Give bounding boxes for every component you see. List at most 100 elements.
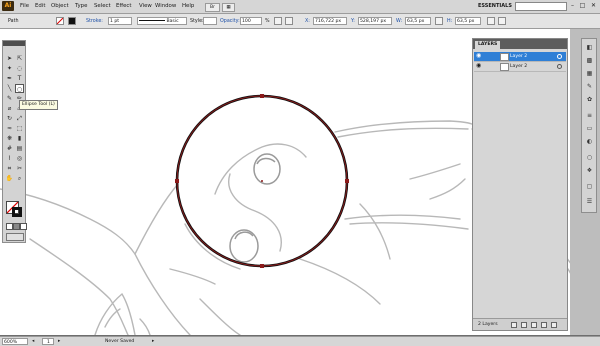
transparency-icon[interactable]: ◐	[585, 137, 594, 146]
layers-panel-header[interactable]: LAYERS	[473, 39, 567, 49]
eyedropper-tool-icon[interactable]: ⌇	[5, 154, 14, 163]
artboard-number-field[interactable]: 1	[42, 338, 54, 345]
blob-brush-tool-icon[interactable]: ⌀	[5, 104, 14, 113]
eye-icon[interactable]: ◉	[476, 63, 482, 69]
symbols-icon[interactable]: ✿	[585, 95, 594, 104]
paintbrush-tool-icon[interactable]: ✎	[5, 94, 14, 103]
swatches-icon[interactable]: ▦	[585, 69, 594, 78]
hand-tool-icon[interactable]: ✋	[5, 174, 14, 183]
status-menu-icon[interactable]: ▸	[152, 338, 154, 345]
gradient-panel-icon[interactable]: ▭	[585, 124, 594, 133]
menu-view[interactable]: View	[139, 3, 152, 10]
x-label[interactable]: X:	[305, 18, 310, 25]
gradient-tool-icon[interactable]: ▤	[15, 144, 24, 153]
w-label[interactable]: W:	[396, 18, 402, 25]
slice-tool-icon[interactable]: ⌗	[5, 164, 14, 173]
stroke-label[interactable]: Stroke:	[86, 18, 103, 25]
gradient-mode-icon[interactable]	[13, 223, 20, 230]
menu-effect[interactable]: Effect	[116, 3, 132, 10]
none-mode-icon[interactable]	[20, 223, 27, 230]
y-field[interactable]: 528,197 px	[358, 17, 392, 25]
new-layer-icon[interactable]	[541, 322, 547, 328]
drawing-mode-icon[interactable]	[6, 233, 24, 241]
artboards-icon[interactable]: ▢	[585, 182, 594, 191]
magic-wand-tool-icon[interactable]: ✦	[5, 64, 14, 73]
layers-tab[interactable]: LAYERS	[475, 41, 501, 49]
line-tool-icon[interactable]: ╲	[5, 84, 14, 93]
column-graph-tool-icon[interactable]: ▮	[15, 134, 24, 143]
color-mode-icon[interactable]	[6, 223, 13, 230]
direct-selection-tool-icon[interactable]: ⇱	[15, 54, 24, 63]
constrain-proportions-icon[interactable]	[435, 17, 443, 25]
free-transform-tool-icon[interactable]: ⬚	[15, 124, 24, 133]
eye-icon[interactable]: ◉	[476, 53, 482, 59]
transform-icon[interactable]	[285, 17, 293, 25]
stroke-panel-icon[interactable]: ≡	[585, 111, 594, 120]
brushes-icon[interactable]: ✎	[585, 82, 594, 91]
stroke-swatch[interactable]	[68, 17, 76, 25]
height-field[interactable]: 63,5 px	[455, 17, 481, 25]
zoom-level-field[interactable]: 600%	[2, 338, 28, 345]
menu-object[interactable]: Object	[51, 3, 69, 10]
scale-tool-icon[interactable]: ⤢	[15, 114, 24, 123]
stroke-color-icon[interactable]	[12, 207, 22, 217]
isolate-group-icon[interactable]	[487, 17, 495, 25]
layer-row[interactable]: ◉ Layer 2	[474, 62, 566, 72]
layer-name[interactable]: Layer 2	[510, 62, 527, 71]
y-label[interactable]: Y:	[351, 18, 355, 25]
menu-help[interactable]: Help	[182, 3, 194, 10]
fill-swatch[interactable]	[56, 17, 64, 25]
mesh-tool-icon[interactable]: #	[5, 144, 14, 153]
menu-file[interactable]: File	[20, 3, 29, 10]
color-guide-icon[interactable]: ▩	[585, 56, 594, 65]
layer-row[interactable]: ◉ Layer 2	[474, 52, 566, 62]
make-clipping-mask-icon[interactable]	[521, 322, 527, 328]
brush-definition-dropdown[interactable]: Basic	[137, 17, 187, 25]
search-input[interactable]	[515, 2, 567, 11]
new-sublayer-icon[interactable]	[531, 322, 537, 328]
scissors-tool-icon[interactable]: ✂	[15, 164, 24, 173]
close-icon[interactable]: ✕	[589, 2, 598, 10]
blend-tool-icon[interactable]: ◎	[15, 154, 24, 163]
graphic-styles-icon[interactable]: ❖	[585, 166, 594, 175]
warp-tool-icon[interactable]: ≈	[5, 124, 14, 133]
layers-panel-icon[interactable]: ☰	[585, 197, 594, 206]
layer-name[interactable]: Layer 2	[510, 52, 527, 61]
locate-object-icon[interactable]	[511, 322, 517, 328]
menu-window[interactable]: Window	[155, 3, 176, 10]
lasso-tool-icon[interactable]: ◌	[15, 64, 24, 73]
selection-tool-icon[interactable]: ➤	[5, 54, 14, 63]
first-artboard-icon[interactable]: ◂	[32, 338, 34, 345]
panel-menu-icon[interactable]	[498, 17, 506, 25]
menu-edit[interactable]: Edit	[35, 3, 45, 10]
trash-icon[interactable]	[551, 322, 557, 328]
rotate-tool-icon[interactable]: ↻	[5, 114, 14, 123]
type-tool-icon[interactable]: T	[15, 74, 24, 83]
workspace-switcher[interactable]: ESSENTIALS	[478, 3, 512, 10]
bridge-button[interactable]: Br	[205, 3, 220, 12]
ellipse-tool-icon[interactable]: ○	[15, 84, 24, 93]
pen-tool-icon[interactable]: ✒	[5, 74, 14, 83]
stroke-weight-field[interactable]: 1 pt	[108, 17, 132, 25]
minimize-icon[interactable]: –	[568, 2, 577, 10]
menu-type[interactable]: Type	[75, 3, 87, 10]
graphic-style-dropdown[interactable]	[203, 17, 217, 25]
tools-panel-header[interactable]	[3, 41, 25, 46]
width-field[interactable]: 63,5 px	[405, 17, 431, 25]
opacity-field[interactable]: 100	[240, 17, 262, 25]
next-artboard-icon[interactable]: ▸	[58, 338, 60, 345]
collapsed-panels: ◧ ▩ ▦ ✎ ✿ ≡ ▭ ◐ ○ ❖ ▢ ☰	[581, 38, 597, 213]
target-icon[interactable]	[557, 64, 562, 69]
h-label[interactable]: H:	[447, 18, 452, 25]
target-icon[interactable]	[557, 54, 562, 59]
symbol-sprayer-tool-icon[interactable]: ❋	[5, 134, 14, 143]
maximize-icon[interactable]: □	[578, 2, 587, 10]
appearance-icon[interactable]: ○	[585, 153, 594, 162]
zoom-tool-icon[interactable]: ⌕	[15, 174, 24, 183]
color-panel-icon[interactable]: ◧	[585, 43, 594, 52]
x-field[interactable]: 716,722 px	[313, 17, 347, 25]
align-icon[interactable]	[274, 17, 282, 25]
arrange-documents-button[interactable]: ▦	[222, 3, 235, 12]
opacity-label[interactable]: Opacity:	[220, 18, 240, 25]
menu-select[interactable]: Select	[94, 3, 111, 10]
